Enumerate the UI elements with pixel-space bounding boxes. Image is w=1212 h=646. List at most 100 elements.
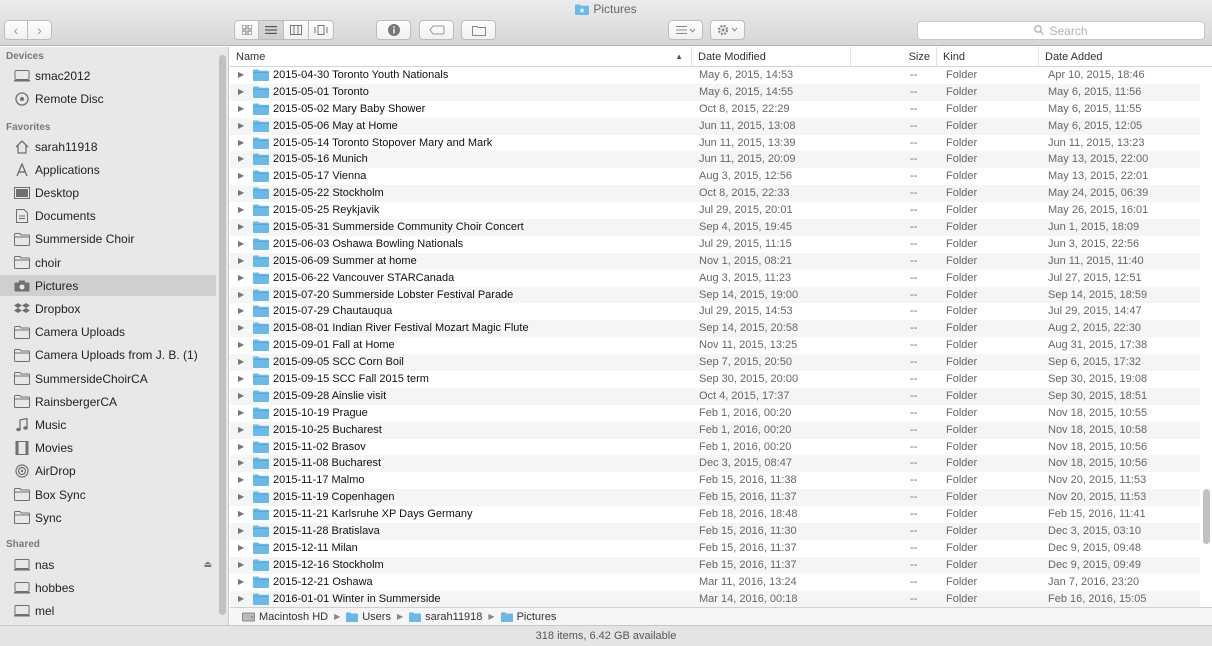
table-row[interactable]: ▶ 2015-11-08 Bucharest Dec 3, 2015, 08:47 -…	[230, 455, 1200, 473]
disclosure-triangle-icon[interactable]: ▶	[238, 560, 244, 569]
disclosure-triangle-icon[interactable]: ▶	[238, 290, 244, 299]
disclosure-triangle-icon[interactable]: ▶	[238, 70, 244, 79]
table-row[interactable]: ▶ 2015-06-22 Vancouver STARCanada Aug 3, 2…	[230, 270, 1200, 287]
table-row[interactable]: ▶ 2015-04-30 Toronto Youth Nationals May 6…	[230, 67, 1200, 84]
table-row[interactable]: ▶ 2015-09-28 Ainslie visit Oct 4, 2015, 17…	[230, 387, 1200, 405]
disclosure-triangle-icon[interactable]: ▶	[238, 594, 244, 603]
sidebar-scrollbar[interactable]	[219, 55, 226, 615]
disclosure-triangle-icon[interactable]: ▶	[238, 256, 244, 265]
table-row[interactable]: ▶ 2015-11-21 Karlsruhe XP Days Germany Feb…	[230, 506, 1200, 523]
table-row[interactable]: ▶ 2015-05-01 Toronto May 6, 2015, 14:55 -- F…	[230, 83, 1200, 101]
disclosure-triangle-icon[interactable]: ▶	[238, 121, 244, 130]
forward-button[interactable]: ›	[28, 20, 52, 40]
table-row[interactable]: ▶ 2015-09-05 SCC Corn Boil Sep 7, 2015, 20…	[230, 354, 1200, 372]
tags-button[interactable]	[419, 20, 454, 40]
table-row[interactable]: ▶ 2015-12-16 Stockholm Feb 15, 2016, 11:37…	[230, 556, 1200, 574]
path-segment[interactable]: Pictures	[500, 611, 556, 623]
disclosure-triangle-icon[interactable]: ▶	[238, 577, 244, 586]
disclosure-triangle-icon[interactable]: ▶	[238, 188, 244, 197]
sidebar-item-music[interactable]: Music	[0, 414, 216, 435]
disclosure-triangle-icon[interactable]: ▶	[238, 104, 244, 113]
action-button[interactable]	[710, 20, 745, 40]
disclosure-triangle-icon[interactable]: ▶	[238, 526, 244, 535]
sidebar-item-choir[interactable]: choir	[0, 252, 216, 273]
disclosure-triangle-icon[interactable]: ▶	[238, 492, 244, 501]
disclosure-triangle-icon[interactable]: ▶	[238, 222, 244, 231]
table-row[interactable]: ▶ 2015-08-01 Indian River Festival Mozart…	[230, 320, 1200, 338]
column-name[interactable]: Name ▲	[230, 47, 691, 67]
disclosure-triangle-icon[interactable]: ▶	[238, 374, 244, 383]
disclosure-triangle-icon[interactable]: ▶	[238, 543, 244, 552]
table-row[interactable]: ▶ 2015-06-09 Summer at home Nov 1, 2015, 0…	[230, 252, 1200, 270]
list-scrollbar[interactable]	[1202, 69, 1210, 605]
sidebar-item-sarah11918[interactable]: sarah11918	[0, 136, 216, 157]
table-row[interactable]: ▶ 2015-11-28 Bratislava Feb 15, 2016, 11:3…	[230, 523, 1200, 540]
column-view-button[interactable]	[284, 20, 309, 40]
arrange-button[interactable]	[668, 20, 703, 40]
sidebar-item-summersidechoirca[interactable]: SummersideChoirCA	[0, 368, 216, 389]
sidebar-item-rainsbergerca[interactable]: RainsbergerCA	[0, 391, 216, 412]
disclosure-triangle-icon[interactable]: ▶	[238, 408, 244, 417]
disclosure-triangle-icon[interactable]: ▶	[238, 458, 244, 467]
table-row[interactable]: ▶ 2015-05-25 Reykjavik Jul 29, 2015, 20:01…	[230, 202, 1200, 219]
path-segment[interactable]: Users	[346, 611, 391, 623]
column-size[interactable]: Size	[850, 47, 936, 67]
sidebar-item-sync[interactable]: Sync	[0, 507, 216, 528]
disclosure-triangle-icon[interactable]: ▶	[238, 87, 244, 96]
table-row[interactable]: ▶ 2015-05-02 Mary Baby Shower Oct 8, 2015,…	[230, 101, 1200, 118]
table-row[interactable]: ▶ 2015-05-17 Vienna Aug 3, 2015, 12:56 -- Fo…	[230, 168, 1200, 185]
icon-view-button[interactable]	[234, 20, 259, 40]
table-row[interactable]: ▶ 2015-05-31 Summerside Community Choir C…	[230, 219, 1200, 236]
disclosure-triangle-icon[interactable]: ▶	[238, 205, 244, 214]
sidebar-item-airdrop[interactable]: AirDrop	[0, 461, 216, 482]
disclosure-triangle-icon[interactable]: ▶	[238, 475, 244, 484]
disclosure-triangle-icon[interactable]: ▶	[238, 323, 244, 332]
column-date-modified[interactable]: Date Modified	[691, 47, 850, 67]
disclosure-triangle-icon[interactable]: ▶	[238, 154, 244, 163]
column-date-added[interactable]: Date Added	[1038, 47, 1212, 67]
disclosure-triangle-icon[interactable]: ▶	[238, 509, 244, 518]
info-button[interactable]	[376, 20, 411, 40]
table-row[interactable]: ▶ 2015-05-22 Stockholm Oct 8, 2015, 22:33 -…	[230, 185, 1200, 203]
table-row[interactable]: ▶ 2015-09-15 SCC Fall 2015 term Sep 30, 20…	[230, 371, 1200, 388]
back-button[interactable]: ‹	[4, 20, 28, 40]
sidebar-item-documents[interactable]: Documents	[0, 206, 216, 227]
table-row[interactable]: ▶ 2015-11-17 Malmo Feb 15, 2016, 11:38 -- Fo…	[230, 472, 1200, 489]
cover-flow-button[interactable]	[309, 20, 334, 40]
table-row[interactable]: ▶ 2015-05-06 May at Home Jun 11, 2015, 13:…	[230, 117, 1200, 135]
table-row[interactable]: ▶ 2015-06-03 Oshawa Bowling Nationals Jul …	[230, 236, 1200, 253]
sidebar-item-movies[interactable]: Movies	[0, 438, 216, 459]
table-row[interactable]: ▶ 2015-12-11 Milan Feb 15, 2016, 11:37 -- Fo…	[230, 540, 1200, 557]
table-row[interactable]: ▶ 2015-12-21 Oshawa Mar 11, 2016, 13:24 -- F…	[230, 574, 1200, 591]
sidebar-item-camera-uploads[interactable]: Camera Uploads	[0, 322, 216, 343]
sidebar-item-applications[interactable]: Applications	[0, 159, 216, 180]
sidebar-item-camera-uploads-from-j-b-1[interactable]: Camera Uploads from J. B. (1)	[0, 345, 216, 366]
disclosure-triangle-icon[interactable]: ▶	[238, 391, 244, 400]
sidebar-item-smac2012[interactable]: smac2012	[0, 65, 216, 86]
disclosure-triangle-icon[interactable]: ▶	[238, 340, 244, 349]
sidebar-item-dropbox[interactable]: Dropbox	[0, 298, 216, 319]
sidebar-item-box-sync[interactable]: Box Sync	[0, 484, 216, 505]
eject-icon[interactable]: ⏏	[203, 559, 212, 570]
table-row[interactable]: ▶ 2015-11-02 Brasov Feb 1, 2016, 00:20 -- Fo…	[230, 439, 1200, 456]
sidebar-item-summerside-choir[interactable]: Summerside Choir	[0, 229, 216, 250]
list-view-button[interactable]	[259, 20, 284, 40]
table-row[interactable]: ▶ 2015-07-20 Summerside Lobster Festival …	[230, 286, 1200, 304]
sidebar-item-pictures[interactable]: Pictures	[0, 275, 216, 297]
table-row[interactable]: ▶ 2015-05-16 Munich Jun 11, 2015, 20:09 -- F…	[230, 151, 1200, 169]
disclosure-triangle-icon[interactable]: ▶	[238, 442, 244, 451]
disclosure-triangle-icon[interactable]: ▶	[238, 239, 244, 248]
table-row[interactable]: ▶ 2015-11-19 Copenhagen Feb 15, 2016, 11:3…	[230, 489, 1200, 507]
disclosure-triangle-icon[interactable]: ▶	[238, 138, 244, 147]
list-scrollbar-thumb[interactable]	[1203, 489, 1210, 544]
path-segment[interactable]: sarah11918	[409, 611, 482, 623]
disclosure-triangle-icon[interactable]: ▶	[238, 273, 244, 282]
disclosure-triangle-icon[interactable]: ▶	[238, 425, 244, 434]
column-kind[interactable]: Kind	[936, 47, 1038, 67]
sidebar-item-remote-disc[interactable]: Remote Disc	[0, 88, 216, 109]
disclosure-triangle-icon[interactable]: ▶	[238, 171, 244, 180]
table-row[interactable]: ▶ 2015-10-25 Bucharest Feb 1, 2016, 00:20 -…	[230, 421, 1200, 439]
table-row[interactable]: ▶ 2015-10-19 Prague Feb 1, 2016, 00:20 -- Fo…	[230, 405, 1200, 422]
table-row[interactable]: ▶ 2015-07-29 Chautauqua Jul 29, 2015, 14:5…	[230, 303, 1200, 320]
sidebar-item-desktop[interactable]: Desktop	[0, 182, 216, 203]
